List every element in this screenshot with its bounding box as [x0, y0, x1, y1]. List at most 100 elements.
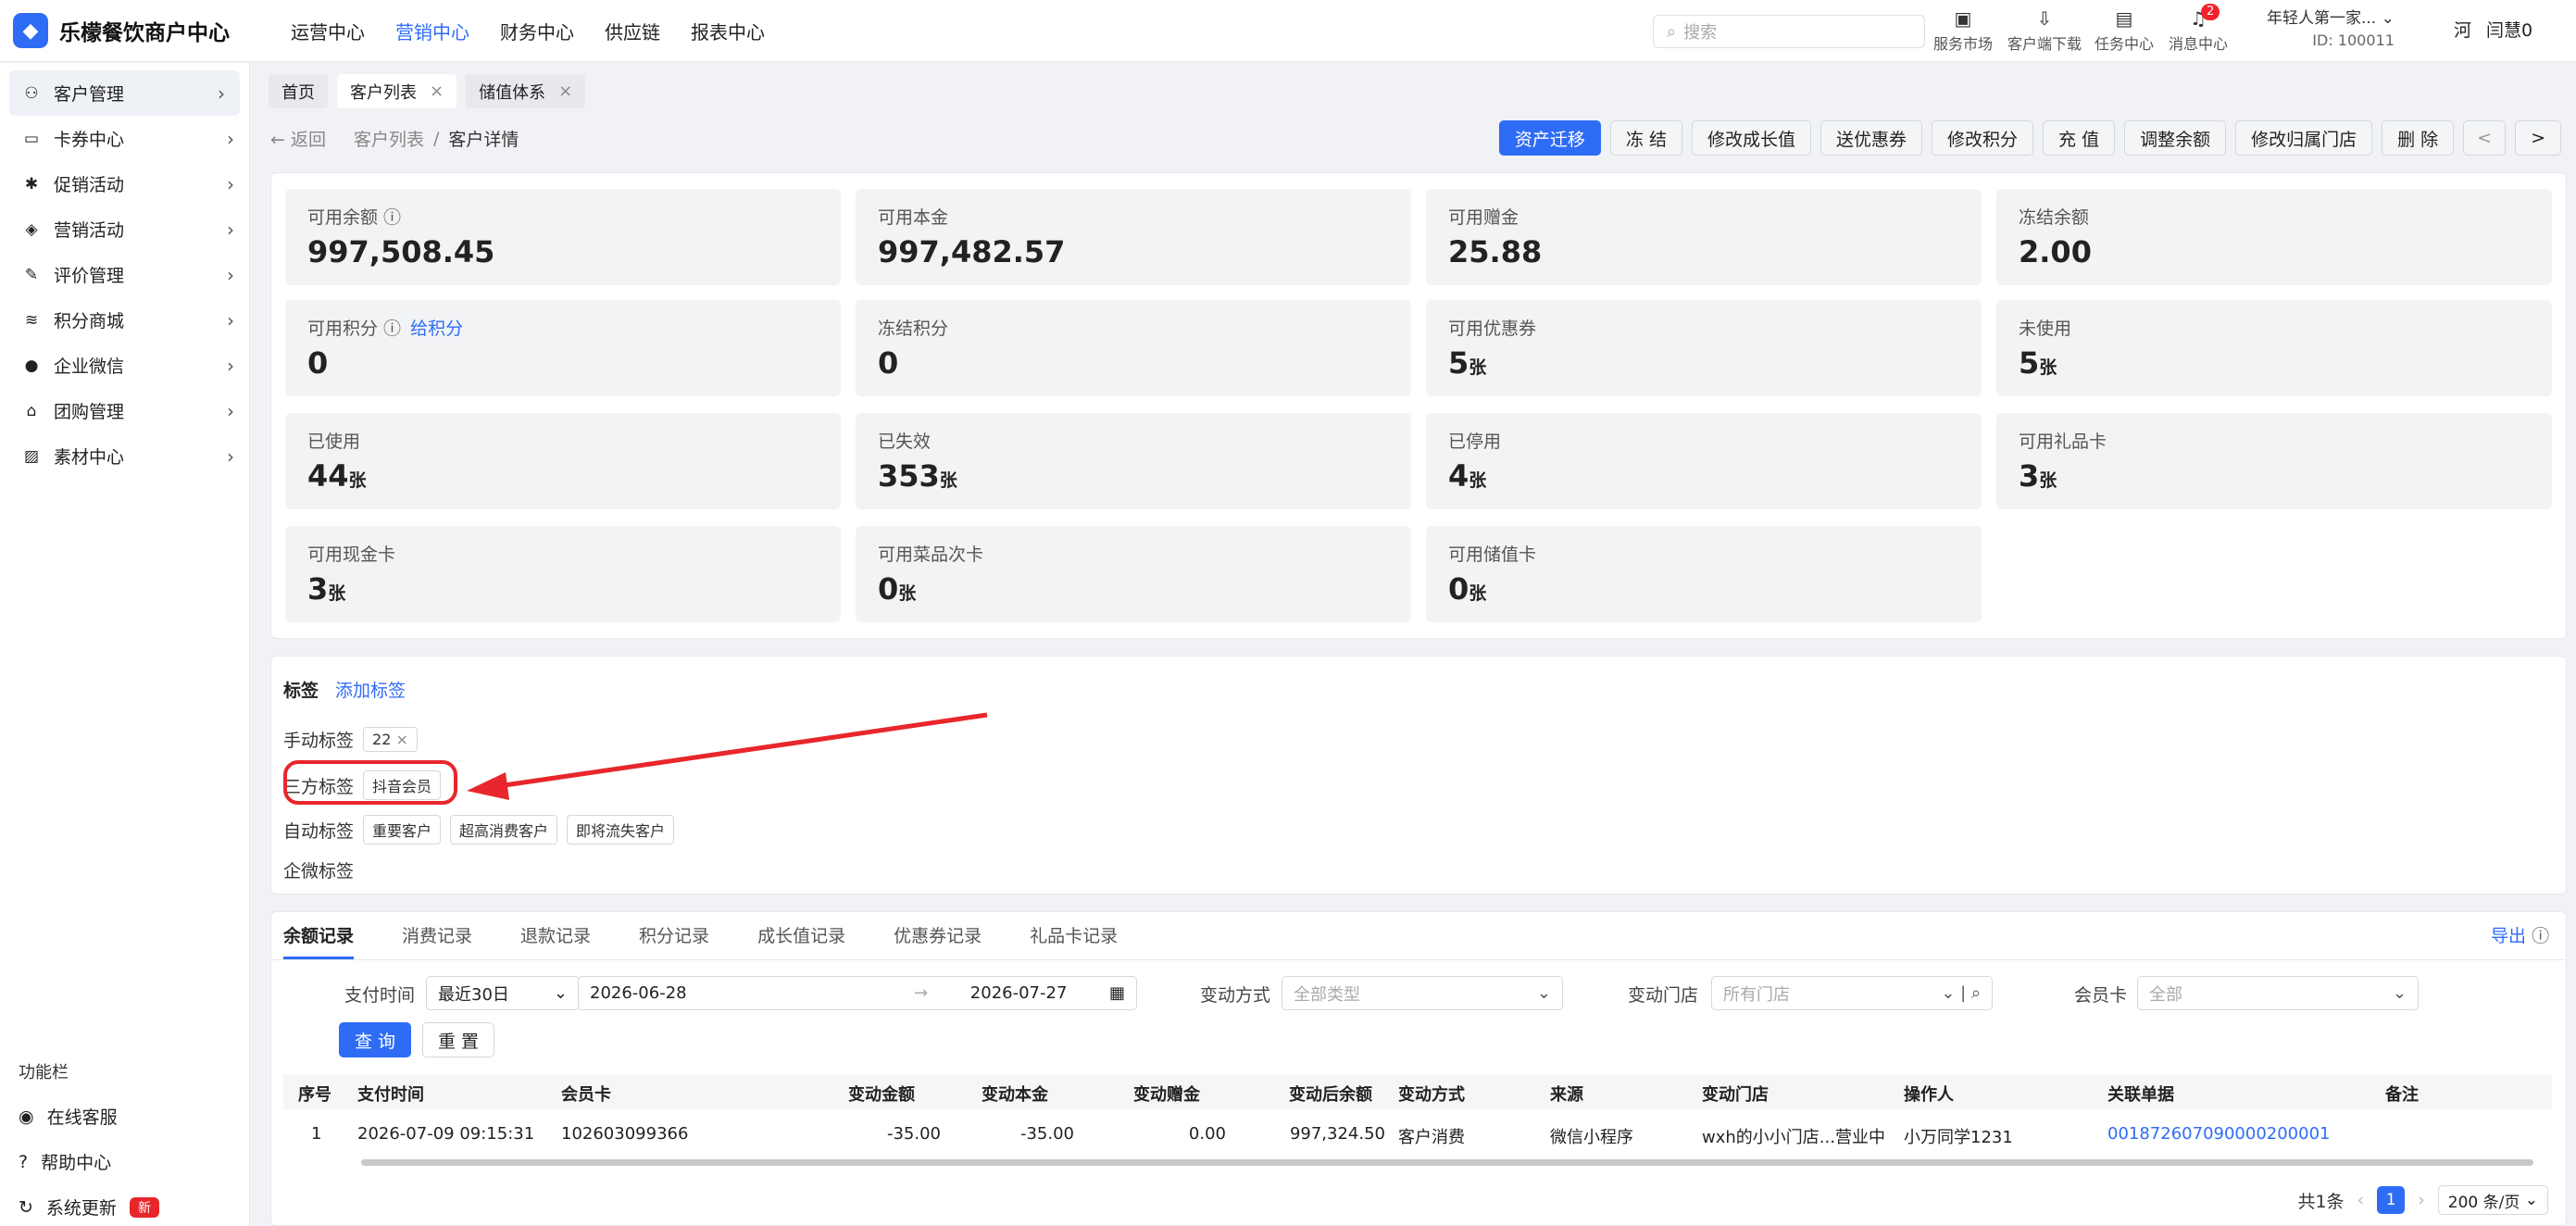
add-tag-link[interactable]: 添加标签 [335, 677, 406, 702]
tool-message-center[interactable]: ♫ 2 消息中心 [2169, 4, 2228, 54]
delete-button[interactable]: 删 除 [2382, 120, 2455, 156]
tag-chip[interactable]: 即将流失客户 [567, 815, 675, 844]
sidebar-item-review[interactable]: ✎ 评价管理 › [0, 252, 249, 297]
export-button[interactable]: 导出 ⓘ [2491, 922, 2549, 947]
sidebar-item-marketing[interactable]: ◈ 营销活动 › [0, 206, 249, 252]
asset-migrate-button[interactable]: 资产迁移 [1498, 120, 1601, 156]
export-label: 导出 [2491, 926, 2527, 946]
page-number-current[interactable]: 1 [2377, 1186, 2406, 1214]
edit-store-button[interactable]: 修改归属门店 [2235, 120, 2373, 156]
recharge-button[interactable]: 充 值 [2043, 120, 2116, 156]
next-page-icon[interactable]: › [2418, 1190, 2425, 1210]
tab-points-records[interactable]: 积分记录 [639, 922, 709, 959]
close-icon[interactable]: × [430, 81, 444, 101]
send-coupon-button[interactable]: 送优惠券 [1820, 120, 1923, 156]
tag-chip[interactable]: 重要客户 [363, 815, 442, 844]
freeze-button[interactable]: 冻 结 [1609, 120, 1682, 156]
sidebar-item-promotion[interactable]: ✱ 促销活动 › [0, 161, 249, 206]
query-button[interactable]: 查 询 [339, 1022, 412, 1057]
next-button[interactable]: > [2515, 120, 2561, 156]
edit-points-button[interactable]: 修改积分 [1932, 120, 2034, 156]
tab-stored-value[interactable]: 储值体系 × [466, 74, 586, 108]
tab-growth-records[interactable]: 成长值记录 [757, 922, 845, 959]
prev-page-icon[interactable]: ‹ [2357, 1190, 2365, 1210]
tab-consume-records[interactable]: 消费记录 [402, 922, 472, 959]
stat-value: 997,482.57 [878, 234, 1389, 269]
help-icon[interactable]: ⓘ [378, 319, 401, 339]
tab-customer-list[interactable]: 客户列表 × [337, 74, 457, 108]
tool-service-market[interactable]: ▣ 服务市场 [1933, 6, 1993, 54]
topnav-item[interactable]: 报表中心 [691, 18, 765, 44]
pagination: 共1条 ‹ 1 › 200 条/页 ⌄ [2297, 1185, 2548, 1215]
tool-task-center[interactable]: ▤ 任务中心 [2095, 6, 2154, 54]
stat-value: 4张 [1448, 458, 1959, 494]
close-icon[interactable]: × [558, 81, 572, 101]
stat-card: 可用现金卡 3张 [285, 526, 841, 622]
shop-icon: ⌂ [26, 401, 37, 420]
topnav-item-active[interactable]: 营销中心 [395, 18, 469, 44]
stat-label: 已失效 [878, 428, 1389, 453]
topnav-item[interactable]: 供应链 [605, 18, 660, 44]
sidebar-item-points-mall[interactable]: ≋ 积分商城 › [0, 297, 249, 343]
stat-card: 未使用 5张 [1996, 300, 2552, 396]
col-header: 变动方式 [1398, 1085, 1465, 1105]
give-points-link[interactable]: 给积分 [410, 319, 463, 339]
chevron-down-icon: ⌄ [553, 983, 568, 1003]
edit-growth-button[interactable]: 修改成长值 [1691, 120, 1811, 156]
store-select[interactable]: 所有门店 ⌄ | ⌕ [1711, 976, 1993, 1010]
topnav-item[interactable]: 财务中心 [500, 18, 574, 44]
chevron-right-icon: › [227, 399, 234, 422]
tab-giftcard-records[interactable]: 礼品卡记录 [1030, 922, 1118, 959]
sidebar-item-groupbuy[interactable]: ⌂ 团购管理 › [0, 388, 249, 433]
change-type-select[interactable]: 全部类型 ⌄ [1282, 976, 1563, 1010]
tab-balance-records[interactable]: 余额记录 [283, 922, 355, 959]
sidebar-item-coupon[interactable]: ▭ 卡券中心 › [0, 116, 249, 161]
tab-home[interactable]: 首页 [269, 74, 328, 108]
coins-icon: ≋ [24, 310, 39, 330]
back-button[interactable]: ← 返回 [270, 126, 326, 151]
time-range-select[interactable]: 最近30日 ⌄ [426, 976, 580, 1010]
help-icon[interactable]: ⓘ [378, 207, 401, 228]
online-service-link[interactable]: ◉ 在线客服 [19, 1104, 118, 1129]
sidebar-item-materials[interactable]: ▨ 素材中心 › [0, 433, 249, 479]
shop-switcher[interactable]: 年轻人第一家... ⌄ ID: 100011 [2267, 7, 2395, 52]
stat-value: 3张 [2019, 458, 2530, 494]
tool-client-download[interactable]: ⇩ 客户端下载 [2007, 6, 2082, 54]
stat-label: 可用余额 ⓘ [307, 204, 819, 229]
prev-button[interactable]: < [2463, 120, 2507, 156]
brand-logo[interactable]: ◆ 乐檬餐饮商户中心 [13, 13, 263, 48]
sidebar-item-wecom[interactable]: ● 企业微信 › [0, 343, 249, 388]
card-select[interactable]: 全部 ⌄ [2137, 976, 2419, 1010]
cell-related-order-link[interactable]: 001872607090000200001 [2107, 1124, 2331, 1144]
date-range-picker[interactable]: 2026-06-28 → 2026-07-27 ▦ [578, 976, 1137, 1010]
breadcrumb-parent[interactable]: 客户列表 [354, 126, 424, 151]
stat-value: 0张 [1448, 571, 1959, 607]
page-size-select[interactable]: 200 条/页 ⌄ [2437, 1185, 2548, 1215]
help-center-link[interactable]: ? 帮助中心 [19, 1149, 111, 1174]
sidebar-item-label: 积分商城 [54, 311, 125, 332]
table-row[interactable]: 1 2026-07-09 09:15:31 102603099366 -35.0… [283, 1117, 2552, 1152]
horizontal-scrollbar[interactable] [361, 1159, 2533, 1166]
tab-coupon-records[interactable]: 优惠券记录 [894, 922, 982, 959]
adjust-balance-button[interactable]: 调整余额 [2124, 120, 2227, 156]
user-menu[interactable]: 河 闫慧0 [2454, 17, 2532, 42]
sidebar-item-customer[interactable]: ⚇ 客户管理 › [9, 70, 240, 116]
stat-value-text: 997,508.45 [307, 234, 495, 269]
sidebar-item-label: 素材中心 [54, 447, 125, 468]
annotation-highlight-box [283, 760, 457, 805]
back-label: 返回 [290, 130, 326, 150]
stat-value: 44张 [307, 458, 819, 494]
sidebar-item-label: 评价管理 [54, 266, 125, 286]
tag-chip[interactable]: 超高消费客户 [450, 815, 558, 844]
reset-button[interactable]: 重 置 [422, 1022, 495, 1057]
topnav-item[interactable]: 运营中心 [291, 18, 365, 44]
stat-value: 997,508.45 [307, 234, 819, 269]
tab-refund-records[interactable]: 退款记录 [520, 922, 591, 959]
stat-card: 可用本金 997,482.57 [856, 189, 1411, 285]
download-icon: ⇩ [2036, 7, 2053, 30]
stat-value-text: 0 [878, 571, 899, 607]
sidebar-item-label: 营销活动 [54, 220, 125, 241]
stat-value-text: 0 [1448, 571, 1469, 607]
system-update-link[interactable]: ↻ 系统更新新 [19, 1195, 159, 1220]
search-input[interactable]: ⌕ 搜索 [1653, 15, 1925, 48]
